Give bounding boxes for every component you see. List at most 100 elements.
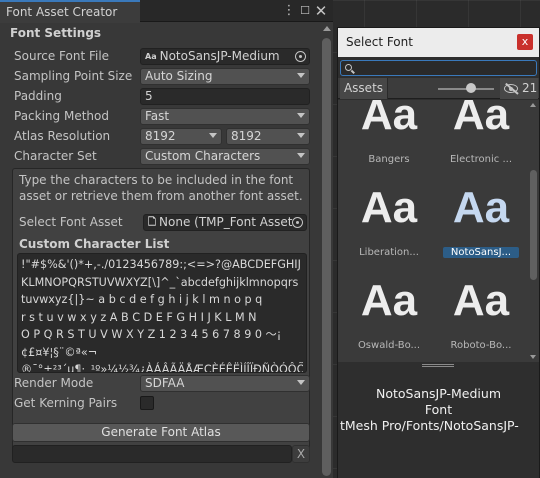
tab-title: Font Asset Creator [6,5,118,19]
chevron-down-icon [297,133,305,138]
slider-handle[interactable] [466,83,476,93]
font-asset-icon: Aa [145,52,157,61]
char-line: tuvwxyz{|}~ a b c d e f g h i j k l m n … [21,293,263,306]
select-font-title: Select Font [346,35,413,49]
eye-hidden-icon [504,84,518,93]
render-mode-dropdown[interactable]: SDFAA [140,375,310,392]
packing-method-value: Fast [145,109,170,123]
file-icon: 🗋 [148,217,157,228]
object-picker-icon[interactable] [292,217,303,228]
font-item-bangers[interactable]: Aa Bangers [343,100,435,172]
font-settings-panel: Font Settings Source Font File Aa NotoSan… [0,22,320,478]
chevron-down-icon [297,153,305,158]
atlas-height-value: 8192 [231,129,262,143]
selected-font-path: tMesh Pro/Fonts/NotoSansJP- [340,418,519,433]
sampling-point-size-value: Auto Sizing [145,69,213,83]
hidden-count: 21 [522,81,538,95]
select-font-toolbar: Assets 21 [338,78,539,99]
custom-character-list-title: Custom Character List [19,237,170,251]
select-font-asset-value: None (TMP_Font Asset [159,215,293,229]
selected-font-name: NotoSansJP-Medium [375,386,502,401]
scroll-down-icon[interactable] [530,355,536,359]
help-text: Type the characters to be included in th… [19,173,303,203]
source-font-file-label: Source Font File [14,49,110,63]
vertical-scrollbar[interactable] [320,22,333,478]
splitter-grip-icon [422,364,454,367]
atlas-resolution-label: Atlas Resolution [14,129,111,143]
padding-field[interactable]: 5 [140,88,310,105]
font-item-oswald[interactable]: Aa Oswald-Bo... [343,266,435,358]
chevron-down-icon [297,380,305,385]
font-name: Liberation... [359,247,419,258]
selected-font-info: NotoSansJP-Medium Font tMesh Pro/Fonts/N… [338,370,539,478]
font-preview: Aa [452,100,510,139]
select-font-window: Select Font x Assets 21 Aa Bangers Aa El… [337,27,540,478]
generate-font-atlas-button[interactable]: Generate Font Atlas [12,423,310,442]
packing-method-label: Packing Method [14,109,109,123]
font-item-notosansjp[interactable]: Aa NotoSansJ... [435,173,527,265]
selected-font-type: Font [424,402,453,417]
sampling-point-size-label: Sampling Point Size [14,69,133,83]
kerning-label: Get Kerning Pairs [14,396,118,410]
char-line: KLMNOPQRSTUVWXYZ[\]^_`abcdefghijklmnopqr… [21,275,299,289]
char-line: ®¯°±²³´µ¶·¸¹º»¼½¾¿ÀÁÂÃÄÅÆÇÈÉÊËÌÍÎÏÐÑÒÓÔÕ [21,363,303,373]
source-font-file-value: NotoSansJP-Medium [159,49,280,63]
font-asset-creator-window: Font Asset Creator ⋮ ☐ ✕ Font Settings S… [0,0,333,478]
search-input[interactable] [340,60,537,76]
font-preview: Aa [360,100,418,139]
font-item-liberation[interactable]: Aa Liberation... [343,173,435,265]
character-set-value: Custom Characters [145,149,261,163]
custom-characters-box: Type the characters to be included in th… [12,168,310,458]
custom-character-list-input[interactable]: !"#$%&'()*+,-./0123456789:;<=>?@ABCDEFGH… [17,253,307,373]
search-icon [345,64,352,71]
font-grid: Aa Bangers Aa Electronic ... Aa Liberati… [338,100,528,362]
character-set-label: Character Set [14,149,97,163]
render-mode-label: Render Mode [14,376,94,390]
chevron-down-icon [297,113,305,118]
sampling-point-size-dropdown[interactable]: Auto Sizing [140,68,310,85]
font-name: Oswald-Bo... [357,340,421,351]
font-preview: Aa [452,276,510,325]
close-button[interactable]: x [517,34,533,50]
atlas-width-value: 8192 [145,129,176,143]
char-line: r s t u v w x y z A B C D E F G H I J K … [21,310,257,324]
preview-splitter[interactable] [338,362,539,369]
character-set-dropdown[interactable]: Custom Characters [140,148,310,165]
font-name: NotoSansJ... [443,247,519,258]
padding-value: 5 [145,89,153,103]
chevron-down-icon [297,73,305,78]
font-item-roboto[interactable]: Aa Roboto-Bo... [435,266,527,358]
font-preview: Aa [360,183,418,232]
clear-progress-button[interactable]: X [292,445,310,463]
atlas-width-dropdown[interactable]: 8192 [140,128,222,145]
font-item-electronic[interactable]: Aa Electronic ... [435,100,527,172]
kebab-menu-icon[interactable]: ⋮ [282,3,296,19]
tab-assets[interactable]: Assets [340,78,388,99]
font-preview: Aa [360,276,418,325]
chevron-down-icon [209,133,217,138]
atlas-height-dropdown[interactable]: 8192 [226,128,310,145]
close-icon[interactable]: ✕ [314,3,328,19]
scrollbar-thumb[interactable] [322,38,331,476]
packing-method-dropdown[interactable]: Fast [140,108,310,125]
scrollbar-thumb[interactable] [530,170,537,280]
render-mode-value: SDFAA [145,376,185,390]
select-font-asset-field[interactable]: 🗋 None (TMP_Font Asset [143,214,307,231]
scroll-up-icon[interactable] [530,103,536,107]
kerning-checkbox[interactable] [140,396,154,410]
select-font-asset-label: Select Font Asset [19,215,123,229]
select-font-header: Select Font x [338,28,539,57]
scroll-up-icon[interactable] [323,26,331,31]
font-name: Bangers [368,154,410,165]
font-name: Electronic ... [449,154,512,165]
window-tab-bar: Font Asset Creator ⋮ ☐ ✕ [0,0,333,23]
font-grid-scrollbar[interactable] [528,100,539,362]
hidden-packages-toggle[interactable]: 21 [500,78,538,99]
object-picker-icon[interactable] [295,51,306,62]
source-font-file-field[interactable]: Aa NotoSansJP-Medium [140,48,310,65]
tab-font-asset-creator[interactable]: Font Asset Creator [0,0,140,23]
maximize-icon[interactable]: ☐ [298,3,312,19]
char-line: ¢£¤¥¦§¨©ª«¬ [21,345,98,359]
char-line: O P Q R S T U V W X Y Z 1 2 3 4 5 6 7 8 … [21,328,282,341]
section-title: Font Settings [10,26,102,40]
